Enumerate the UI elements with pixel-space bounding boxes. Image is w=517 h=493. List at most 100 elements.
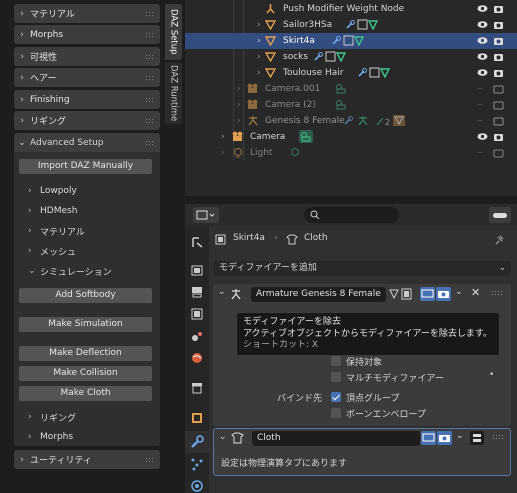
physics-toggle[interactable] bbox=[470, 431, 484, 445]
import-daz-manually-button[interactable]: Import DAZ Manually bbox=[19, 159, 152, 174]
render-tab-icon[interactable] bbox=[190, 263, 204, 277]
panel-finishing[interactable]: › Finishing bbox=[14, 90, 160, 109]
eye-closed-icon[interactable]: ⌣ bbox=[477, 84, 483, 94]
show-viewport-toggle[interactable] bbox=[421, 431, 436, 445]
add-modifier-dropdown[interactable]: モディファイアーを追加 ⌄ bbox=[213, 261, 511, 276]
expand-arrow-icon[interactable]: › bbox=[221, 148, 225, 158]
scene-tab-icon[interactable] bbox=[190, 329, 204, 343]
camera-render-icon[interactable] bbox=[493, 83, 504, 94]
make-collision-button[interactable]: Make Collision bbox=[19, 366, 152, 381]
panel-morphs[interactable]: › Morphs bbox=[14, 25, 160, 44]
make-cloth-button[interactable]: Make Cloth bbox=[19, 386, 152, 401]
expand-arrow-icon[interactable]: › bbox=[257, 20, 261, 30]
drag-grip-icon[interactable] bbox=[491, 290, 503, 296]
panel-header[interactable]: ⌄ Advanced Setup bbox=[14, 133, 160, 152]
subpanel-lowpoly[interactable]: › Lowpoly bbox=[28, 184, 77, 198]
edit-mode-cage-icons[interactable] bbox=[389, 288, 419, 300]
panel-rigging[interactable]: › リギング bbox=[14, 111, 160, 130]
collapse-chevron-icon[interactable]: ⌄ bbox=[219, 432, 227, 442]
panel-material[interactable]: › マテリアル bbox=[14, 4, 160, 23]
drag-grip-icon[interactable] bbox=[492, 434, 504, 440]
camera-render-icon[interactable] bbox=[493, 99, 504, 110]
eye-icon[interactable] bbox=[477, 131, 488, 142]
drag-grip-icon[interactable] bbox=[145, 31, 155, 38]
tool-tab-icon[interactable] bbox=[190, 235, 204, 249]
outliner-row[interactable]: › Light ⌣ bbox=[185, 145, 517, 161]
eye-icon[interactable] bbox=[477, 51, 488, 62]
subpanel-simulation[interactable]: ⌄ シミュレーション bbox=[28, 264, 112, 278]
show-viewport-toggle[interactable] bbox=[420, 287, 435, 301]
modifier-name-field[interactable]: Cloth bbox=[252, 431, 420, 446]
outliner-row[interactable]: › Toulouse Hair bbox=[185, 65, 517, 81]
expand-arrow-icon[interactable]: › bbox=[237, 100, 241, 110]
camera-render-icon[interactable] bbox=[493, 3, 504, 14]
view-layer-tab-icon[interactable] bbox=[190, 307, 204, 321]
subpanel-mesh[interactable]: › メッシュ bbox=[28, 244, 76, 258]
outliner-row[interactable]: › Camera.001 ⌣ bbox=[185, 81, 517, 97]
add-softbody-button[interactable]: Add Softbody bbox=[19, 288, 152, 303]
dropdown-chevron-icon[interactable]: ⌄ bbox=[456, 431, 464, 441]
search-input[interactable] bbox=[304, 207, 399, 223]
make-deflection-button[interactable]: Make Deflection bbox=[19, 346, 152, 361]
eye-icon[interactable] bbox=[477, 35, 488, 46]
outliner-row[interactable]: › Sailor3HSa bbox=[185, 17, 517, 33]
camera-render-icon[interactable] bbox=[493, 115, 504, 126]
subpanel-material[interactable]: › マテリアル bbox=[28, 224, 85, 238]
editor-type-button[interactable] bbox=[193, 207, 219, 223]
modifier-tab[interactable] bbox=[185, 431, 209, 453]
eye-icon[interactable] bbox=[477, 19, 488, 30]
panel-hair[interactable]: › ヘアー bbox=[14, 68, 160, 87]
expand-arrow-icon[interactable]: › bbox=[257, 36, 261, 46]
close-icon[interactable]: ✕ bbox=[471, 286, 480, 299]
collection-tab-icon[interactable] bbox=[190, 381, 204, 395]
eye-closed-icon[interactable]: ⌣ bbox=[477, 100, 483, 110]
show-render-toggle[interactable] bbox=[436, 287, 451, 301]
drag-grip-icon[interactable] bbox=[145, 74, 155, 81]
camera-render-icon[interactable] bbox=[493, 147, 504, 158]
panel-utility[interactable]: › ユーティリティ bbox=[14, 450, 160, 469]
eye-closed-icon[interactable]: ⌣ bbox=[477, 148, 483, 158]
drag-grip-icon[interactable] bbox=[145, 456, 155, 463]
world-tab-icon[interactable] bbox=[190, 351, 204, 365]
drag-grip-icon[interactable] bbox=[145, 53, 155, 60]
camera-render-icon[interactable] bbox=[493, 51, 504, 62]
drag-grip-icon[interactable] bbox=[145, 117, 155, 124]
expand-arrow-icon[interactable]: › bbox=[237, 84, 241, 94]
outliner-row[interactable]: › Camera bbox=[185, 129, 517, 145]
camera-render-icon[interactable] bbox=[493, 35, 504, 46]
options-button[interactable] bbox=[489, 207, 511, 223]
pin-icon[interactable] bbox=[494, 234, 505, 245]
make-simulation-button[interactable]: Make Simulation bbox=[19, 317, 152, 332]
expand-arrow-icon[interactable]: › bbox=[257, 68, 261, 78]
outliner-row[interactable]: › Camera (2) ⌣ bbox=[185, 97, 517, 113]
dropdown-chevron-icon[interactable]: ⌄ bbox=[455, 287, 463, 297]
tab-daz-setup[interactable]: DAZ Setup bbox=[165, 4, 182, 60]
panel-visibility[interactable]: › 可視性 bbox=[14, 47, 160, 66]
collapse-chevron-icon[interactable]: ⌄ bbox=[218, 287, 226, 297]
tab-daz-runtime[interactable]: DAZ Runtime bbox=[165, 62, 182, 124]
physics-tab-icon[interactable] bbox=[190, 479, 204, 493]
eye-closed-icon[interactable]: ⌣ bbox=[477, 116, 483, 126]
bone-envelope-checkbox[interactable] bbox=[331, 408, 341, 418]
outliner-row-selected[interactable]: › Skirt4a bbox=[185, 33, 517, 49]
outliner-row[interactable]: › Genesis 8 Female 2 ⌣ bbox=[185, 113, 517, 129]
drag-grip-icon[interactable] bbox=[145, 96, 155, 103]
keyframe-dot-icon[interactable]: • bbox=[489, 370, 494, 380]
camera-render-icon[interactable] bbox=[493, 67, 504, 78]
preserve-volume-checkbox[interactable] bbox=[331, 356, 341, 366]
particles-tab-icon[interactable] bbox=[190, 457, 204, 471]
expand-arrow-icon[interactable]: › bbox=[221, 132, 225, 142]
subpanel-hdmesh[interactable]: › HDMesh bbox=[28, 204, 77, 218]
expand-arrow-icon[interactable]: › bbox=[257, 52, 261, 62]
drag-grip-icon[interactable] bbox=[145, 139, 155, 146]
expand-arrow-icon[interactable]: › bbox=[237, 116, 241, 126]
outliner-row[interactable]: › socks bbox=[185, 49, 517, 65]
subpanel-morphs[interactable]: › Morphs bbox=[28, 430, 73, 444]
modifier-name-field[interactable]: Armature Genesis 8 Female bbox=[251, 287, 386, 302]
object-tab-icon[interactable] bbox=[190, 411, 204, 425]
camera-render-icon[interactable] bbox=[493, 19, 504, 30]
eye-icon[interactable] bbox=[477, 3, 488, 14]
camera-render-icon[interactable] bbox=[493, 131, 504, 142]
outliner-row[interactable]: Push Modifier Weight Node bbox=[185, 1, 517, 17]
output-tab-icon[interactable] bbox=[190, 285, 204, 299]
